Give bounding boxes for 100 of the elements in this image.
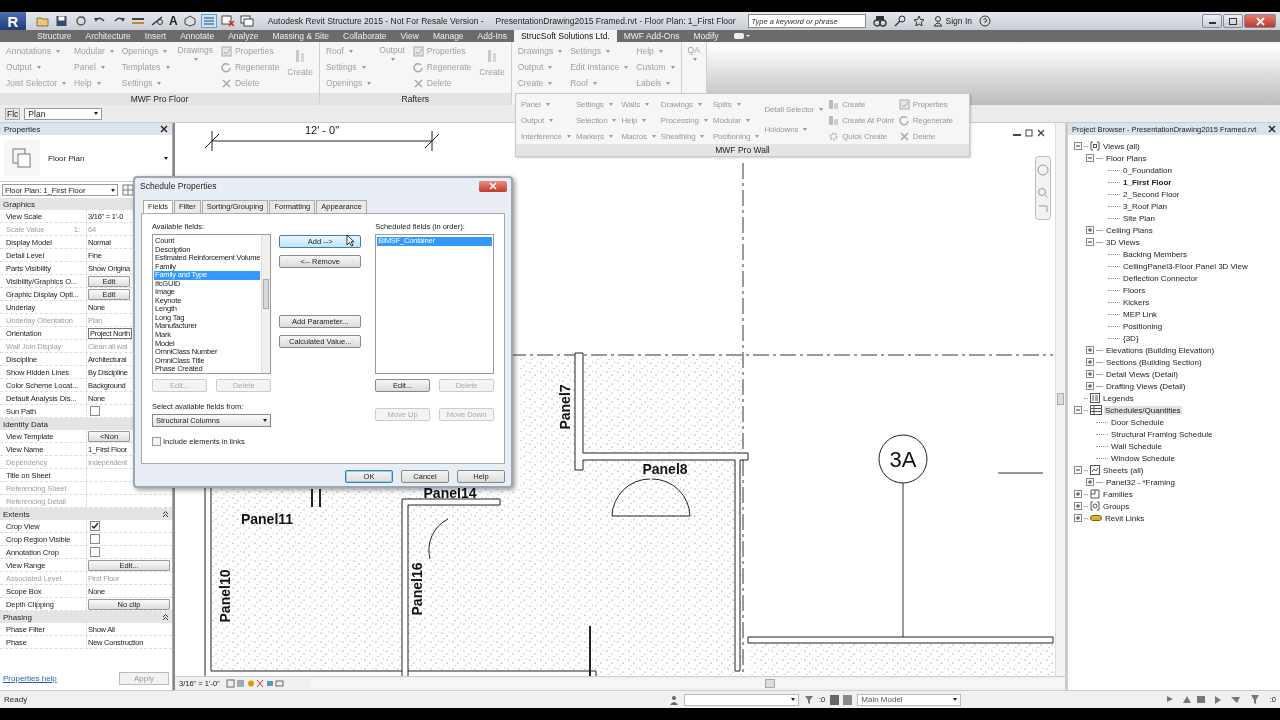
- properties-help-link[interactable]: Properties help: [3, 674, 57, 683]
- ribbon-tab[interactable]: Modify: [686, 30, 726, 42]
- expander-icon[interactable]: [1074, 490, 1082, 498]
- restore-button[interactable]: [1223, 14, 1243, 28]
- help-icon[interactable]: [979, 15, 992, 27]
- list-scrollbar[interactable]: [261, 235, 271, 373]
- 3d-view-icon[interactable]: [182, 15, 197, 27]
- tree-item[interactable]: Views (all): [1102, 141, 1141, 151]
- tree-item[interactable]: 2_Second Floor: [1122, 189, 1181, 199]
- sync-icon[interactable]: [74, 15, 88, 27]
- tree-item[interactable]: Structural Framing Schedule: [1110, 429, 1214, 439]
- tree-item[interactable]: Revit Links: [1104, 513, 1146, 523]
- key-icon[interactable]: [893, 15, 906, 27]
- tree-item[interactable]: Families: [1102, 489, 1134, 499]
- tree-item[interactable]: Wall Schedule: [1110, 441, 1163, 451]
- tree-item[interactable]: Detail Views (Detail): [1105, 369, 1179, 379]
- close-icon[interactable]: [1037, 129, 1045, 137]
- tree-item[interactable]: Site Plan: [1122, 213, 1157, 223]
- checkbox[interactable]: [90, 521, 100, 531]
- expander-icon[interactable]: [1086, 226, 1094, 234]
- ribbon-tab[interactable]: Architecture: [78, 30, 138, 42]
- checkbox[interactable]: [90, 547, 100, 557]
- binoculars-icon[interactable]: [872, 15, 887, 27]
- ribbon-tab[interactable]: Insert: [137, 30, 174, 42]
- minimize-button[interactable]: [1202, 14, 1222, 28]
- text-tool-button[interactable]: A: [169, 14, 178, 28]
- tree-item[interactable]: Floor Plans: [1105, 153, 1148, 163]
- ribbon-tab[interactable]: Collaborate: [336, 30, 394, 42]
- star-icon[interactable]: [912, 15, 925, 27]
- ribbon-tab[interactable]: Add-Ins: [470, 30, 514, 42]
- expander-icon[interactable]: [1086, 478, 1094, 486]
- ribbon-tab[interactable]: Annotate: [173, 30, 222, 42]
- tree-item[interactable]: Elevations (Building Elevation): [1105, 345, 1216, 355]
- tree-item[interactable]: Deflection Connector: [1122, 273, 1199, 283]
- expander-icon[interactable]: [1086, 238, 1094, 246]
- edit-type-icon[interactable]: [122, 184, 134, 196]
- close-icon[interactable]: [1268, 125, 1276, 133]
- group-header[interactable]: Extents: [0, 508, 172, 520]
- ribbon-tab[interactable]: MWF Add-Ons: [616, 30, 687, 42]
- tree-item[interactable]: Schedules/Quantities: [1104, 405, 1182, 415]
- restore-icon[interactable]: [1025, 129, 1033, 137]
- tree-item[interactable]: Window Schedule: [1110, 453, 1177, 463]
- ribbon-tab[interactable]: View: [393, 30, 426, 42]
- expander-icon[interactable]: [1074, 142, 1082, 150]
- tree-item[interactable]: Drafting Views (Detail): [1105, 381, 1187, 391]
- close-windows-icon[interactable]: [220, 15, 235, 27]
- model-dropdown[interactable]: Main Model: [857, 693, 962, 706]
- ribbon-tab[interactable]: StrucSoft Solutions Ltd.: [513, 30, 617, 42]
- tree-item[interactable]: 1_First Floor: [1122, 177, 1173, 187]
- worksets-icon[interactable]: [669, 694, 679, 705]
- tree-item[interactable]: Floors: [1122, 285, 1147, 295]
- expander-icon[interactable]: [1086, 358, 1094, 366]
- sign-in-button[interactable]: Sign In: [932, 15, 973, 27]
- expander-icon[interactable]: [1074, 502, 1082, 510]
- tree-item[interactable]: 3D Views: [1105, 237, 1141, 247]
- horizontal-scrollbar[interactable]: [309, 679, 1065, 688]
- tree-item[interactable]: Panel32 - *Framing: [1105, 477, 1176, 487]
- expander-icon[interactable]: [1074, 406, 1082, 414]
- tree-item[interactable]: Ceiling Plans: [1105, 225, 1154, 235]
- measure-icon[interactable]: [131, 15, 145, 27]
- close-button[interactable]: [479, 180, 507, 192]
- ribbon-tab[interactable]: Analyze: [221, 30, 266, 42]
- expander-icon[interactable]: [1086, 346, 1094, 354]
- checkbox[interactable]: [90, 534, 100, 544]
- view-controls-icon[interactable]: [225, 679, 284, 688]
- checkbox[interactable]: [152, 437, 161, 446]
- ribbon-tab[interactable]: Massing & Site: [265, 30, 337, 42]
- panel-toggle-icon[interactable]: [733, 32, 750, 40]
- close-icon[interactable]: [160, 125, 168, 133]
- tree-item[interactable]: Groups: [1102, 501, 1131, 511]
- expander-icon[interactable]: [1086, 370, 1094, 378]
- design-options-icon[interactable]: [830, 694, 853, 705]
- tree-item[interactable]: Backing Members: [1122, 249, 1189, 259]
- tree-item[interactable]: Positioning: [1122, 321, 1164, 331]
- application-button[interactable]: R: [0, 12, 26, 30]
- switch-windows-icon[interactable]: [239, 15, 254, 27]
- expander-icon[interactable]: [1074, 466, 1082, 474]
- tree-item[interactable]: 3_Roof Plan: [1122, 201, 1169, 211]
- tree-item[interactable]: CeilingPanel3-Floor Panel 3D View: [1122, 261, 1249, 271]
- dimension-icon[interactable]: [150, 15, 164, 27]
- checkbox[interactable]: [90, 406, 100, 416]
- tree-item[interactable]: Sheets (all): [1102, 465, 1145, 475]
- tree-item[interactable]: Sections (Building Section): [1105, 357, 1203, 367]
- ribbon-tab[interactable]: Structure: [30, 30, 79, 42]
- tree-item[interactable]: 0_Foundation: [1122, 165, 1173, 175]
- tree-item[interactable]: Door Schedule: [1110, 417, 1165, 427]
- open-icon[interactable]: [36, 15, 50, 27]
- close-button[interactable]: [1244, 14, 1276, 28]
- expander-icon[interactable]: [1086, 154, 1094, 162]
- filter-icon[interactable]: [804, 694, 814, 705]
- group-header[interactable]: Phasing: [0, 611, 172, 623]
- expander-icon[interactable]: [1074, 514, 1082, 522]
- expander-icon[interactable]: [1086, 382, 1094, 390]
- ribbon-tab[interactable]: Manage: [425, 30, 471, 42]
- tree-item[interactable]: MEP Link: [1122, 309, 1159, 319]
- tree-item[interactable]: Legends: [1102, 393, 1135, 403]
- tree-item[interactable]: Kickers: [1122, 297, 1151, 307]
- view-type-dropdown[interactable]: Plan: [24, 107, 103, 120]
- save-icon[interactable]: [55, 15, 69, 27]
- tree-item[interactable]: {3D}: [1122, 333, 1140, 343]
